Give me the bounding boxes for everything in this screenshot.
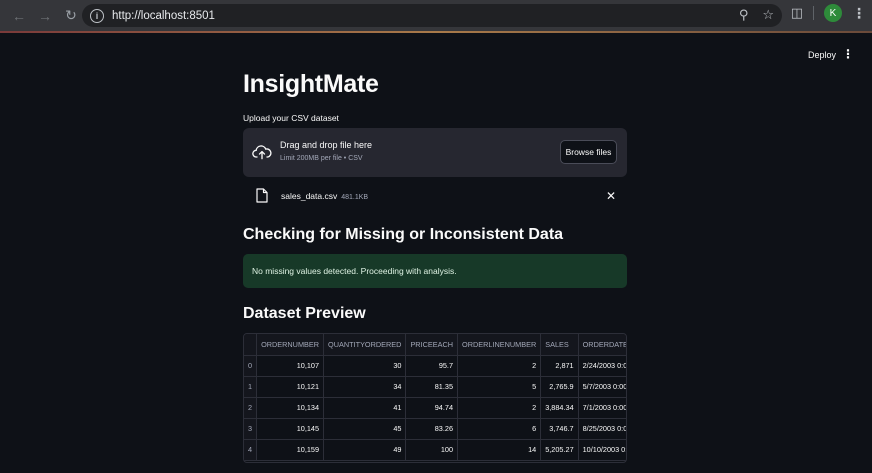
table-row: 0 10,107 30 95.7 2 2,871 2/24/2003 0:00 … xyxy=(244,355,626,377)
table-cell[interactable]: 10,159 xyxy=(256,439,325,461)
extensions-icon[interactable]: ◫ xyxy=(791,5,803,21)
table-cell[interactable]: 34 xyxy=(323,376,407,398)
dataset-preview-table[interactable]: ORDERNUMBER QUANTITYORDERED PRICEEACH OR… xyxy=(243,333,627,463)
browser-toolbar: ← → ↻ i http://localhost:8501 ⚲ ☆ ◫ K ⋮ xyxy=(0,0,872,31)
column-header[interactable]: ORDERLINENUMBER xyxy=(457,334,542,356)
forward-arrow-icon[interactable]: → xyxy=(34,5,56,27)
table-row: 3 10,145 45 83.26 6 3,746.7 8/25/2003 0:… xyxy=(244,418,626,440)
file-dropzone[interactable]: Drag and drop file here Limit 200MB per … xyxy=(243,128,627,177)
url-text[interactable]: http://localhost:8501 xyxy=(112,10,215,22)
file-name: sales_data.csv xyxy=(281,191,338,201)
zoom-icon[interactable]: ⚲ xyxy=(739,7,749,23)
row-index: 1 xyxy=(244,376,258,398)
row-index: 3 xyxy=(244,418,258,440)
table-cell[interactable]: 83.26 xyxy=(405,418,459,440)
missing-data-heading: Checking for Missing or Inconsistent Dat… xyxy=(243,226,564,243)
table-row: 4 10,159 49 100 14 5,205.27 10/10/2003 0… xyxy=(244,439,626,461)
dropzone-limit: Limit 200MB per file • CSV xyxy=(280,155,363,162)
table-cell[interactable]: 10,134 xyxy=(256,397,325,419)
table-cell[interactable]: 30 xyxy=(323,355,407,377)
loading-accent-bar xyxy=(0,31,872,33)
table-cell[interactable]: 2 xyxy=(457,355,542,377)
back-arrow-icon[interactable]: ← xyxy=(8,5,30,27)
table-cell[interactable]: 2 xyxy=(457,397,542,419)
browse-files-button[interactable]: Browse files xyxy=(560,140,617,164)
table-cell[interactable]: 5/7/2003 0:00 xyxy=(578,376,626,398)
column-header[interactable]: ORDERDATE xyxy=(578,334,626,356)
column-header[interactable] xyxy=(244,334,258,356)
table-cell[interactable]: 10,107 xyxy=(256,355,325,377)
table-cell[interactable]: 8/25/2003 0:00 xyxy=(578,418,626,440)
table-cell[interactable]: 2/24/2003 0:00 xyxy=(578,355,626,377)
bookmark-star-icon[interactable]: ☆ xyxy=(762,7,774,23)
table-cell[interactable]: 7/1/2003 0:00 xyxy=(578,397,626,419)
dataset-preview-heading: Dataset Preview xyxy=(243,305,366,322)
column-header[interactable]: PRICEEACH xyxy=(405,334,459,356)
table-cell[interactable]: 81.35 xyxy=(405,376,459,398)
table-cell[interactable]: 95.7 xyxy=(405,355,459,377)
site-info-icon[interactable]: i xyxy=(90,8,104,23)
table-row: 2 10,134 41 94.74 2 3,884.34 7/1/2003 0:… xyxy=(244,397,626,419)
row-index: 2 xyxy=(244,397,258,419)
table-cell[interactable]: 49 xyxy=(323,439,407,461)
table-cell[interactable]: 10,121 xyxy=(256,376,325,398)
table-cell[interactable]: 2,871 xyxy=(540,355,579,377)
remove-file-close-icon[interactable]: ✕ xyxy=(606,189,616,203)
dropzone-instructions: Drag and drop file here xyxy=(280,140,373,150)
table-cell[interactable]: 45 xyxy=(323,418,407,440)
table-cell[interactable]: 94.74 xyxy=(405,397,459,419)
deploy-button[interactable]: Deploy xyxy=(808,50,836,60)
main-content: InsightMate Upload your CSV dataset Drag… xyxy=(243,70,627,206)
success-alert: No missing values detected. Proceeding w… xyxy=(243,254,627,288)
row-index: 0 xyxy=(244,355,258,377)
column-header[interactable]: SALES xyxy=(540,334,579,356)
table-cell[interactable]: 14 xyxy=(457,439,542,461)
table-cell[interactable]: 10/10/2003 0:00 xyxy=(578,439,626,461)
table-cell[interactable]: 5 xyxy=(457,376,542,398)
uploaded-file: sales_data.csv 481.1KB ✕ xyxy=(243,186,627,206)
page-title: InsightMate xyxy=(243,70,379,98)
file-icon xyxy=(256,188,268,203)
column-header[interactable]: QUANTITYORDERED xyxy=(323,334,407,356)
table-cell[interactable]: 5,205.27 xyxy=(540,439,579,461)
profile-avatar[interactable]: K xyxy=(824,4,842,22)
row-index: 4 xyxy=(244,439,258,461)
table-cell[interactable]: 100 xyxy=(405,439,459,461)
cloud-upload-icon xyxy=(252,145,272,160)
table-cell[interactable]: 3,746.7 xyxy=(540,418,579,440)
table-cell[interactable]: 3,884.34 xyxy=(540,397,579,419)
table-cell[interactable]: 41 xyxy=(323,397,407,419)
table-row: 1 10,121 34 81.35 5 2,765.9 5/7/2003 0:0… xyxy=(244,376,626,398)
table-cell[interactable]: 10,145 xyxy=(256,418,325,440)
reload-icon[interactable]: ↻ xyxy=(60,5,82,27)
address-bar[interactable]: i http://localhost:8501 ⚲ ☆ xyxy=(82,4,782,27)
app-menu-icon[interactable]: ⋮ xyxy=(842,47,854,61)
table-cell[interactable]: 2,765.9 xyxy=(540,376,579,398)
browser-menu-icon[interactable]: ⋮ xyxy=(852,5,866,22)
table-header-row: ORDERNUMBER QUANTITYORDERED PRICEEACH OR… xyxy=(244,334,626,356)
toolbar-divider xyxy=(813,6,814,20)
column-header[interactable]: ORDERNUMBER xyxy=(256,334,325,356)
upload-label: Upload your CSV dataset xyxy=(243,113,339,123)
file-size: 481.1KB xyxy=(341,194,369,201)
table-cell[interactable]: 6 xyxy=(457,418,542,440)
